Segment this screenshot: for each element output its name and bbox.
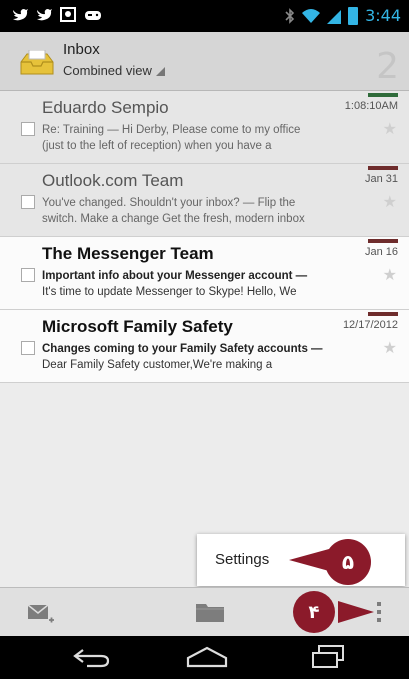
- message-date: Jan 31: [364, 173, 398, 185]
- message-snippet: Dear Family Safety customer,We're making…: [42, 359, 273, 371]
- account-color-bar: [368, 239, 398, 243]
- message-row[interactable]: Eduardo Sempio 1:08:10AM Re: Training — …: [0, 91, 409, 164]
- select-checkbox[interactable]: [21, 122, 35, 136]
- star-icon[interactable]: ★: [383, 265, 397, 284]
- message-subject: Re: Training — Hi Derby, Please come to …: [42, 124, 301, 136]
- message-snippet: (just to the left of reception) when you…: [42, 140, 272, 152]
- message-list: Eduardo Sempio 1:08:10AM Re: Training — …: [0, 91, 409, 383]
- star-icon[interactable]: ★: [383, 338, 397, 357]
- inbox-icon: [20, 50, 54, 75]
- gamepad-icon: [85, 10, 101, 20]
- navigation-bar: [0, 636, 409, 679]
- system-icons: 3:44: [285, 6, 401, 25]
- message-row[interactable]: The Messenger Team Jan 16 Important info…: [0, 237, 409, 310]
- message-subject: Changes coming to your Family Safety acc…: [42, 343, 323, 355]
- bottom-action-bar: ۴: [0, 587, 409, 636]
- unread-count: 2: [376, 46, 399, 87]
- select-checkbox[interactable]: [21, 268, 35, 282]
- message-sender: Outlook.com Team: [42, 171, 184, 190]
- message-snippet: switch. Make a change Get the fresh, mod…: [42, 213, 305, 225]
- action-bar: Inbox Combined view 2: [0, 32, 409, 91]
- battery-icon: [348, 6, 359, 25]
- overflow-menu-icon[interactable]: [375, 600, 383, 624]
- status-bar: 3:44: [0, 0, 409, 32]
- message-row[interactable]: Microsoft Family Safety 12/17/2012 Chang…: [0, 310, 409, 383]
- message-subject: Important info about your Messenger acco…: [42, 270, 308, 282]
- dropdown-triangle-icon: [155, 67, 165, 76]
- message-sender: Eduardo Sempio: [42, 98, 169, 117]
- message-sender: Microsoft Family Safety: [42, 317, 233, 336]
- select-checkbox[interactable]: [21, 341, 35, 355]
- account-subtitle: Combined view: [63, 63, 152, 78]
- recents-icon[interactable]: [310, 644, 346, 670]
- menu-item-settings[interactable]: Settings: [215, 551, 269, 568]
- status-time: 3:44: [365, 6, 401, 25]
- select-checkbox[interactable]: [21, 195, 35, 209]
- message-date: 1:08:10AM: [344, 100, 398, 112]
- photo-icon: [60, 7, 76, 22]
- folder-title: Inbox: [63, 41, 100, 58]
- account-color-bar: [368, 93, 398, 97]
- message-date: Jan 16: [364, 246, 398, 258]
- star-icon[interactable]: ★: [383, 192, 397, 211]
- message-sender: The Messenger Team: [42, 244, 214, 263]
- account-color-bar: [368, 312, 398, 316]
- annotation-step-settings: ۵: [325, 539, 371, 585]
- message-subject: You've changed. Shouldn't your inbox? — …: [42, 197, 296, 209]
- message-row[interactable]: Outlook.com Team Jan 31 You've changed. …: [0, 164, 409, 237]
- account-color-bar: [368, 166, 398, 170]
- wifi-icon: [302, 8, 321, 23]
- back-icon[interactable]: [73, 647, 111, 669]
- notification-icons: [12, 7, 102, 22]
- folder-icon[interactable]: [195, 601, 225, 623]
- message-date: 12/17/2012: [342, 319, 398, 331]
- twitter-icon: [37, 8, 52, 20]
- signal-icon: [327, 9, 342, 24]
- compose-icon[interactable]: [27, 602, 55, 626]
- home-icon[interactable]: [186, 646, 228, 668]
- star-icon[interactable]: ★: [383, 119, 397, 138]
- annotation-step-menu: ۴: [293, 591, 335, 633]
- bluetooth-icon: [285, 7, 295, 24]
- message-snippet: It's time to update Messenger to Skype! …: [42, 286, 297, 298]
- twitter-icon: [13, 8, 28, 20]
